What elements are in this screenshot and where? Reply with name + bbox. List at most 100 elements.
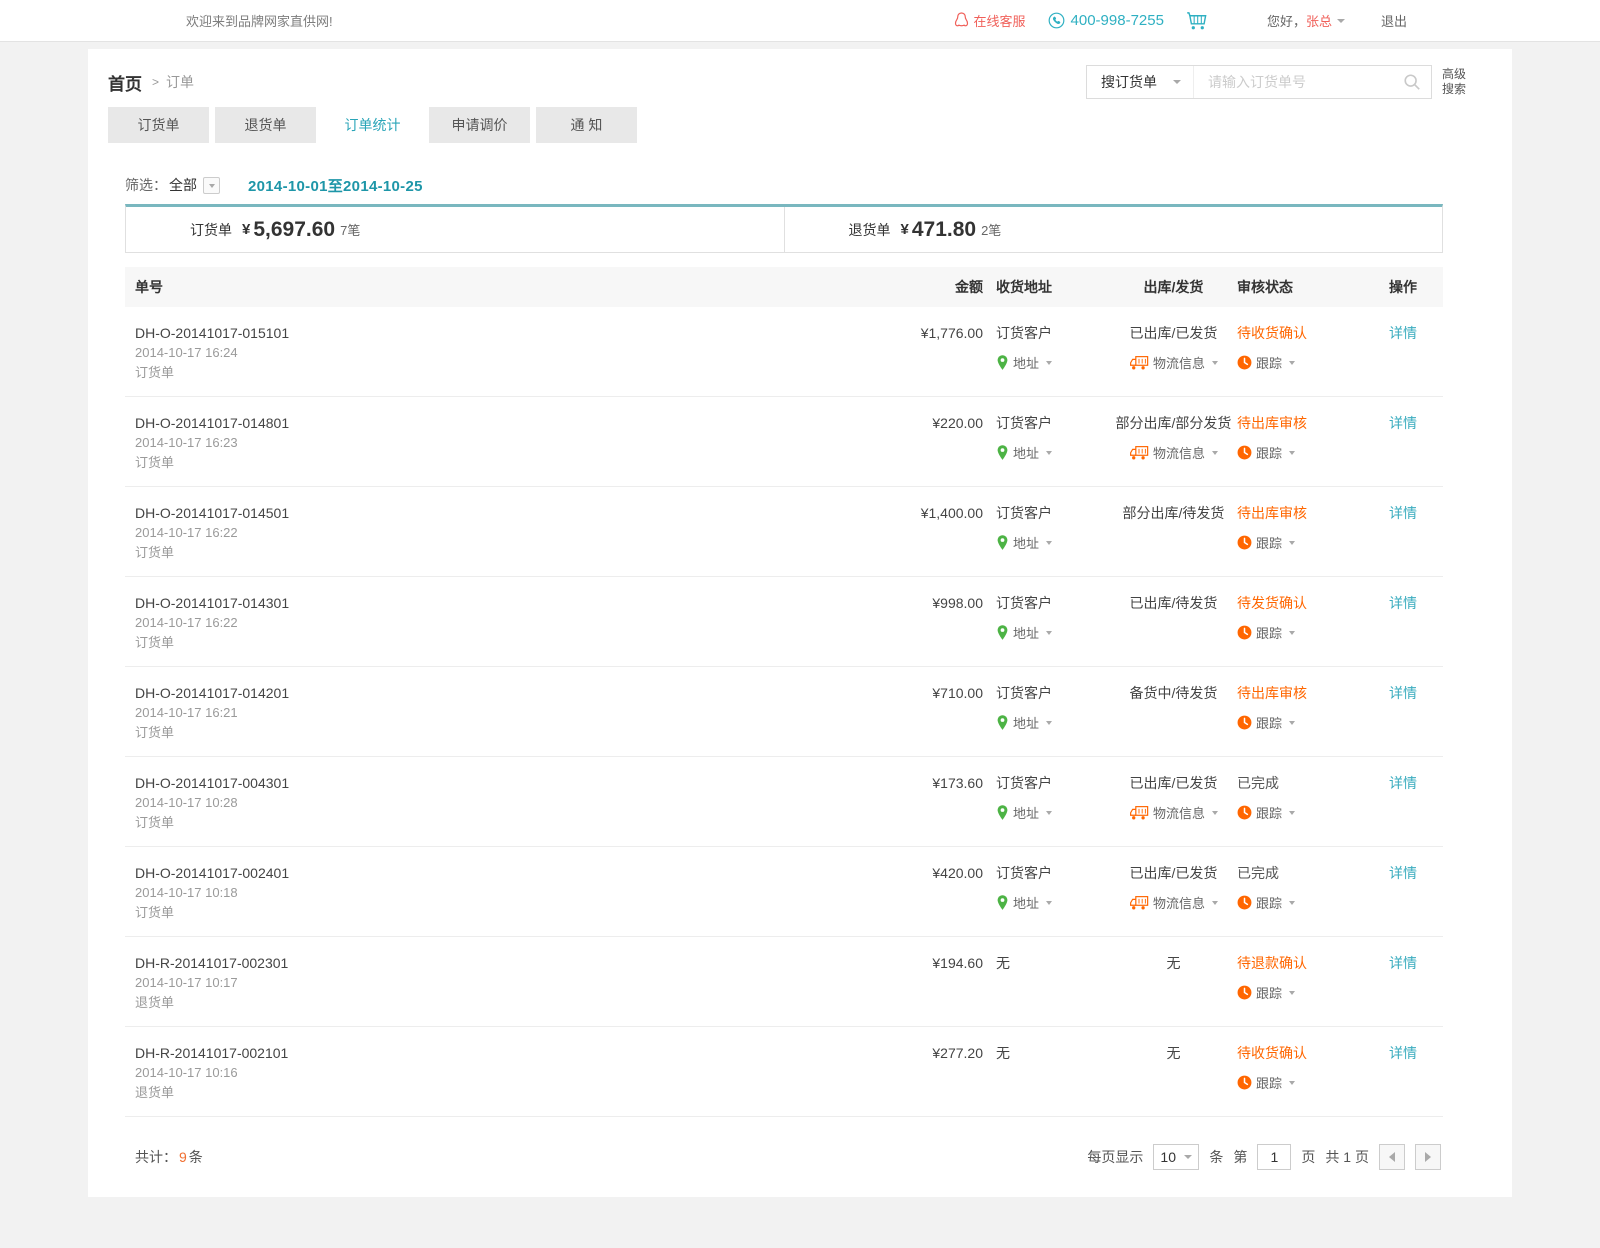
detail-link[interactable]: 详情: [1389, 505, 1417, 521]
location-pin-icon: [996, 444, 1009, 461]
address-link[interactable]: 地址: [996, 623, 1052, 642]
tab-order-form[interactable]: 订货单: [108, 107, 209, 143]
phone-number: 400-998-7255: [1071, 12, 1164, 29]
customer-label: 无: [996, 953, 1110, 973]
order-amount: ¥420.00: [785, 863, 983, 936]
address-link[interactable]: 地址: [996, 893, 1052, 912]
detail-link[interactable]: 详情: [1389, 955, 1417, 971]
order-type: 退货单: [135, 1083, 785, 1103]
shipping-status: 部分出库/待发货: [1110, 503, 1237, 523]
chevron-down-icon: [1212, 901, 1218, 908]
detail-link[interactable]: 详情: [1389, 1045, 1417, 1061]
search-input[interactable]: [1194, 74, 1399, 90]
user-greeting: 您好， 张总: [1267, 11, 1345, 30]
prev-page-button[interactable]: [1379, 1144, 1405, 1170]
track-link[interactable]: 跟踪: [1237, 983, 1295, 1002]
clock-icon: [1237, 715, 1252, 730]
chevron-down-icon: [209, 184, 215, 191]
breadcrumb: 首页 > 订单: [108, 70, 194, 95]
page-input[interactable]: [1257, 1144, 1291, 1170]
order-type: 订货单: [135, 363, 785, 383]
track-link[interactable]: 跟踪: [1237, 893, 1295, 912]
shipping-status: 无: [1110, 953, 1237, 973]
returns-total-amount: 471.80: [912, 218, 976, 242]
address-link[interactable]: 地址: [996, 713, 1052, 732]
order-type: 退货单: [135, 993, 785, 1013]
search-icon: [1403, 73, 1421, 91]
chevron-down-icon: [1046, 811, 1052, 818]
order-time: 2014-10-17 16:21: [135, 703, 785, 723]
arrow-left-icon: [1384, 1152, 1395, 1162]
date-range-link[interactable]: 2014-10-01至2014-10-25: [248, 175, 423, 196]
order-time: 2014-10-17 16:22: [135, 613, 785, 633]
tab-notice[interactable]: 通 知: [536, 107, 637, 143]
track-link[interactable]: 跟踪: [1237, 803, 1295, 822]
logistics-link[interactable]: 物流信息: [1129, 803, 1218, 822]
track-link[interactable]: 跟踪: [1237, 353, 1295, 372]
online-service-link[interactable]: 在线客服: [954, 11, 1026, 30]
order-number: DH-R-20141017-002301: [135, 953, 785, 973]
order-time: 2014-10-17 10:28: [135, 793, 785, 813]
chevron-down-icon: [1046, 451, 1052, 458]
chevron-down-icon: [1289, 541, 1295, 548]
track-link[interactable]: 跟踪: [1237, 443, 1295, 462]
chevron-down-icon: [1289, 901, 1295, 908]
location-pin-icon: [996, 894, 1009, 911]
truck-icon: [1129, 895, 1149, 911]
order-time: 2014-10-17 10:16: [135, 1063, 785, 1083]
shipping-status: 已出库/已发货: [1110, 323, 1237, 343]
per-page-select[interactable]: 10: [1153, 1144, 1199, 1170]
table-row: DH-O-20141017-014801 2014-10-17 16:23 订货…: [125, 397, 1443, 487]
detail-link[interactable]: 详情: [1389, 775, 1417, 791]
logout-link[interactable]: 退出: [1381, 11, 1407, 30]
breadcrumb-home[interactable]: 首页: [108, 70, 142, 95]
tabs: 订货单 退货单 订单统计 申请调价 通 知: [88, 107, 1512, 143]
detail-link[interactable]: 详情: [1389, 415, 1417, 431]
order-time: 2014-10-17 10:17: [135, 973, 785, 993]
logistics-link[interactable]: 物流信息: [1129, 893, 1218, 912]
order-type: 订货单: [135, 633, 785, 653]
tab-return-form[interactable]: 退货单: [215, 107, 316, 143]
chevron-down-icon: [1289, 721, 1295, 728]
address-link[interactable]: 地址: [996, 443, 1052, 462]
search-button[interactable]: [1399, 73, 1431, 91]
next-page-button[interactable]: [1415, 1144, 1441, 1170]
greeting-text: 您好，: [1267, 11, 1306, 30]
filter-dropdown[interactable]: [203, 177, 220, 194]
track-link[interactable]: 跟踪: [1237, 1073, 1295, 1092]
order-time: 2014-10-17 16:23: [135, 433, 785, 453]
logistics-link[interactable]: 物流信息: [1129, 353, 1218, 372]
address-link[interactable]: 地址: [996, 353, 1052, 372]
clock-icon: [1237, 535, 1252, 550]
search-category-select[interactable]: 搜订货单: [1087, 66, 1194, 98]
username-menu[interactable]: 张总: [1306, 11, 1345, 30]
summary-bar: 订货单 ¥ 5,697.60 7笔 退货单 ¥ 471.80 2笔: [125, 204, 1443, 253]
detail-link[interactable]: 详情: [1389, 865, 1417, 881]
orders-count: 7笔: [340, 220, 360, 239]
track-link[interactable]: 跟踪: [1237, 623, 1295, 642]
tab-price-adjust[interactable]: 申请调价: [429, 107, 530, 143]
track-link[interactable]: 跟踪: [1237, 713, 1295, 732]
order-number: DH-O-20141017-002401: [135, 863, 785, 883]
truck-icon: [1129, 445, 1149, 461]
advanced-search-link[interactable]: 高级 搜索: [1442, 67, 1466, 97]
shipping-status: 无: [1110, 1043, 1237, 1063]
logistics-link[interactable]: 物流信息: [1129, 443, 1218, 462]
detail-link[interactable]: 详情: [1389, 595, 1417, 611]
track-link[interactable]: 跟踪: [1237, 533, 1295, 552]
address-link[interactable]: 地址: [996, 803, 1052, 822]
detail-link[interactable]: 详情: [1389, 325, 1417, 341]
search-category-value: 搜订货单: [1101, 72, 1157, 92]
address-link[interactable]: 地址: [996, 533, 1052, 552]
cart-button[interactable]: [1186, 10, 1209, 31]
clock-icon: [1237, 445, 1252, 460]
truck-icon: [1129, 805, 1149, 821]
table-row: DH-R-20141017-002101 2014-10-17 10:16 退货…: [125, 1027, 1443, 1117]
total-pages: 共 1 页: [1325, 1147, 1369, 1167]
tab-order-stats[interactable]: 订单统计: [322, 107, 423, 143]
chevron-down-icon: [1046, 541, 1052, 548]
table-row: DH-O-20141017-002401 2014-10-17 10:18 订货…: [125, 847, 1443, 937]
customer-service-icon: [954, 12, 969, 29]
detail-link[interactable]: 详情: [1389, 685, 1417, 701]
clock-icon: [1237, 625, 1252, 640]
